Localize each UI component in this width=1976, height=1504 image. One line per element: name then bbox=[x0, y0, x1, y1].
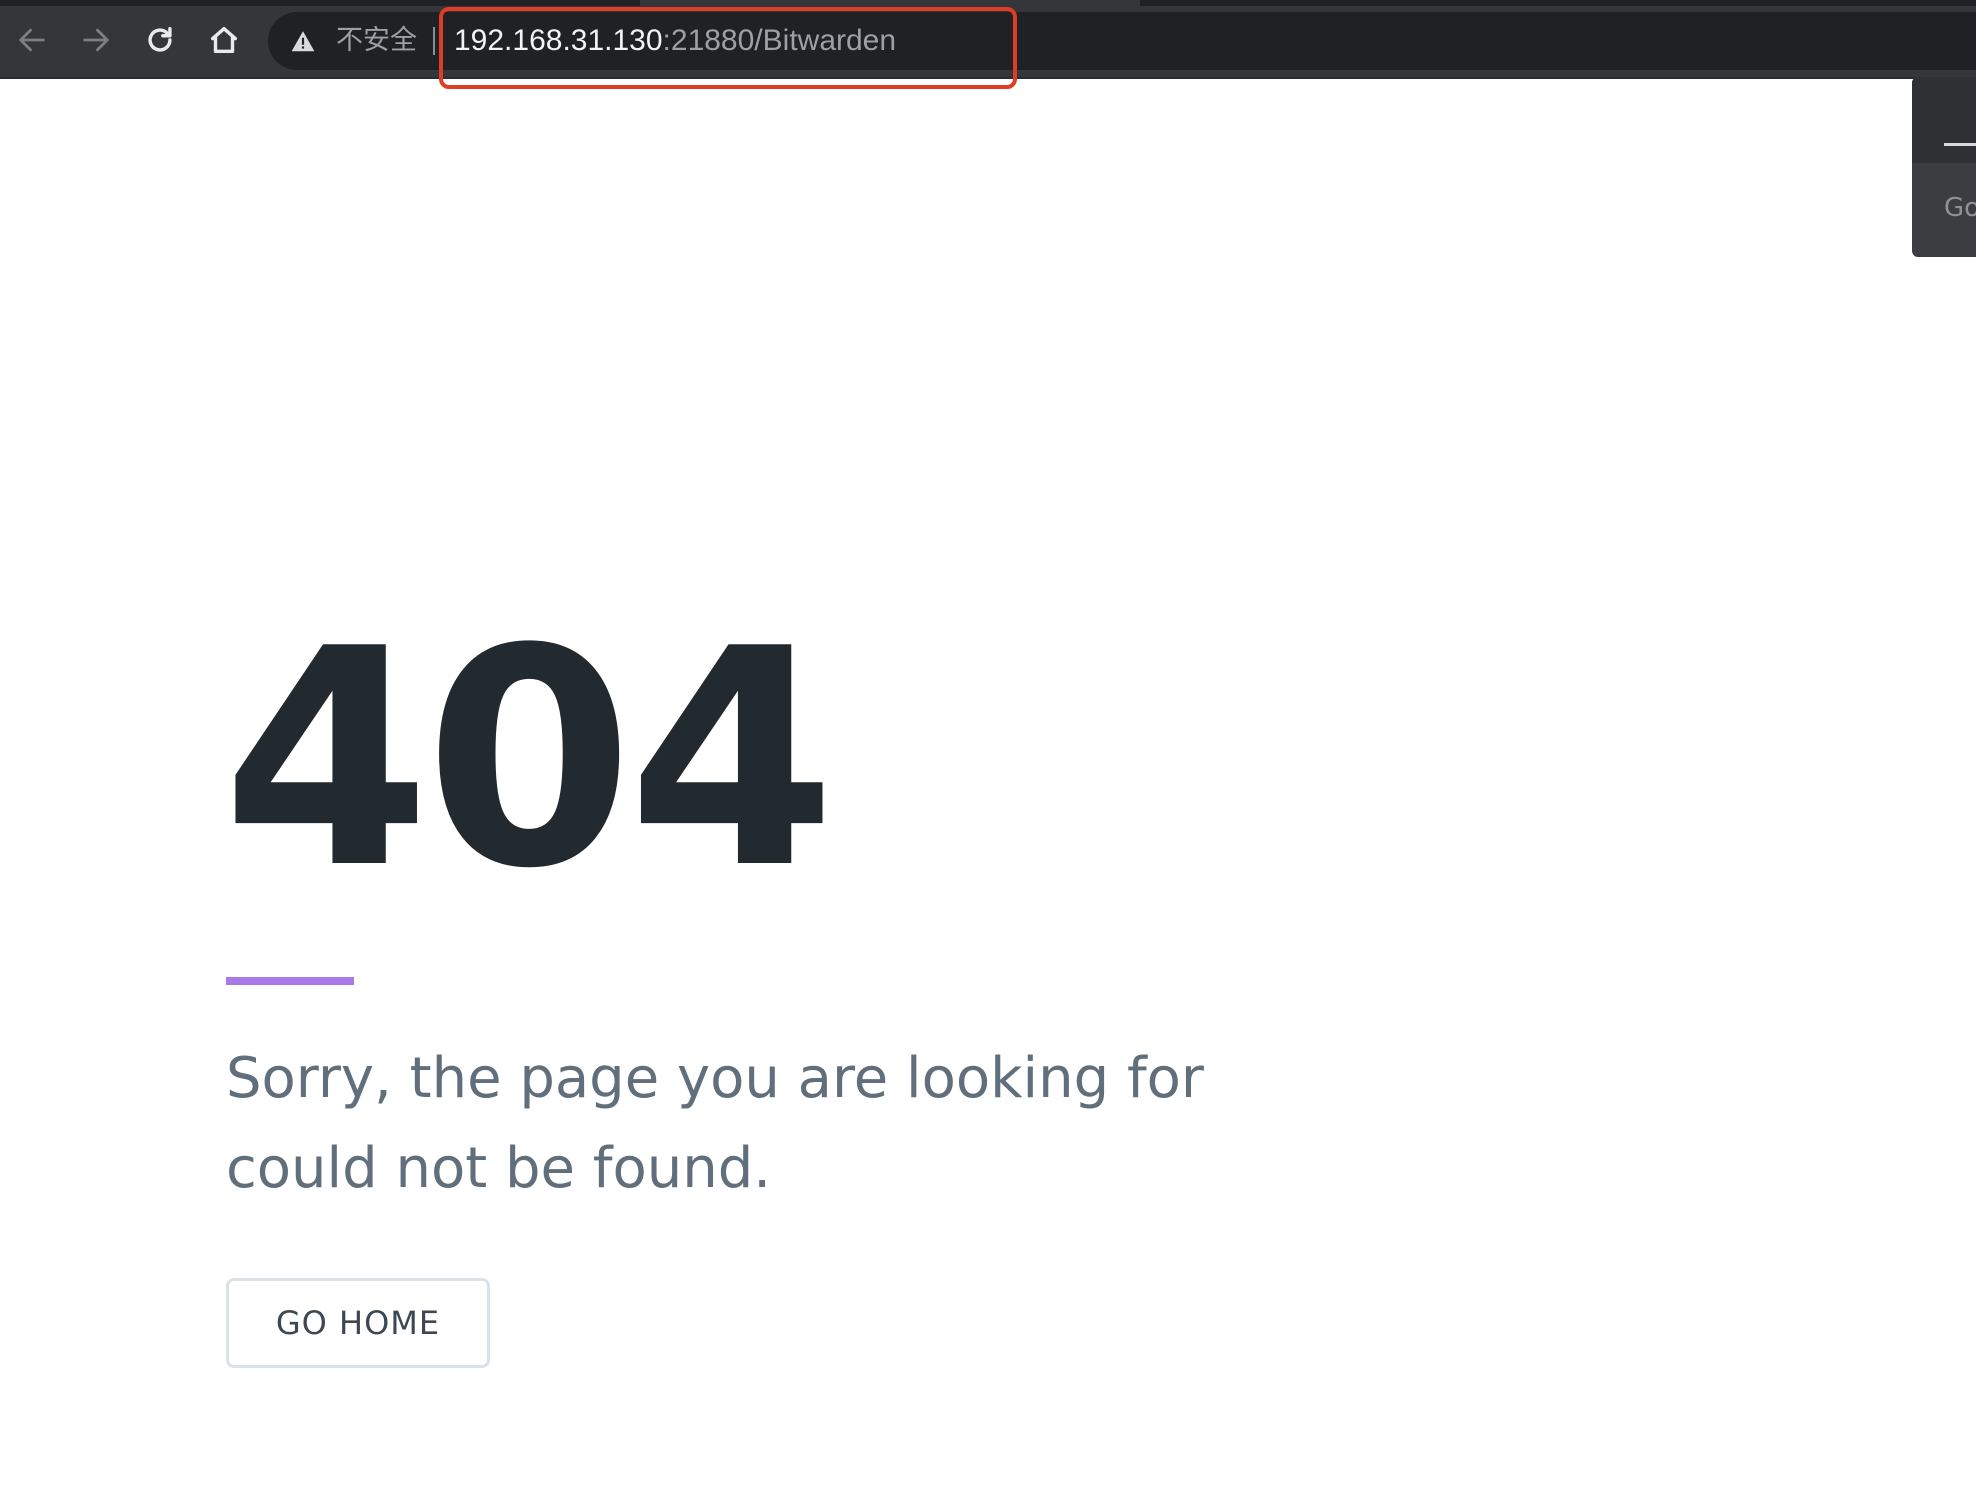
reload-button[interactable] bbox=[138, 18, 182, 62]
error-message: Sorry, the page you are looking for coul… bbox=[226, 1046, 1204, 1201]
accent-divider bbox=[226, 977, 354, 985]
popup-divider bbox=[1944, 143, 1976, 146]
error-code: 404 bbox=[222, 585, 836, 934]
tab-strip bbox=[0, 0, 640, 6]
back-arrow-icon bbox=[19, 28, 45, 52]
popup-label: Go bbox=[1944, 193, 1976, 223]
go-home-button[interactable]: GO HOME bbox=[226, 1278, 490, 1368]
omnibox-separator bbox=[433, 27, 435, 55]
home-icon bbox=[210, 26, 238, 54]
back-button[interactable] bbox=[10, 18, 54, 62]
tab-strip bbox=[1140, 0, 1976, 6]
reload-icon bbox=[148, 26, 172, 52]
side-popup-panel[interactable]: Go bbox=[1912, 77, 1976, 257]
forward-arrow-icon bbox=[83, 28, 109, 52]
security-status-label[interactable]: 不安全 bbox=[336, 23, 417, 59]
popup-header bbox=[1912, 77, 1976, 163]
url-highlight-box bbox=[439, 7, 1017, 89]
forward-button[interactable] bbox=[74, 18, 118, 62]
warning-icon[interactable] bbox=[290, 29, 316, 53]
home-button[interactable] bbox=[202, 18, 246, 62]
